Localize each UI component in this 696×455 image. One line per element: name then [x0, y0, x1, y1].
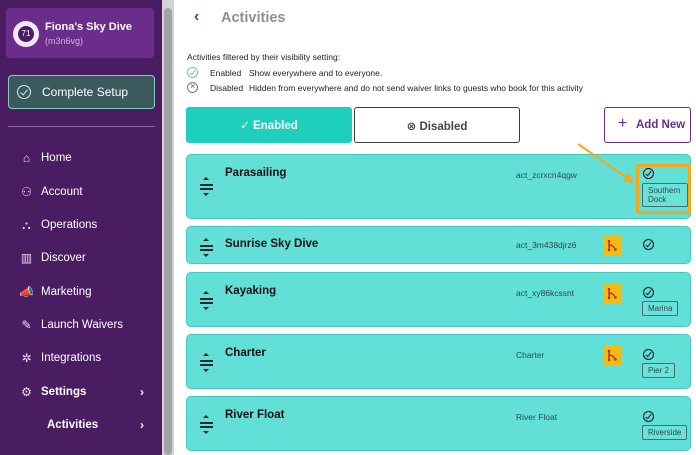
annotation-arrow-icon — [577, 143, 634, 183]
add-new-button[interactable]: + Add New — [604, 107, 691, 143]
integrations-icon: ✲ — [21, 351, 32, 365]
sidebar-item-integrations[interactable]: ✲ Integrations — [0, 348, 162, 370]
megaphone-icon: 📣 — [19, 285, 34, 299]
account-name: Fiona's Sky Dive — [45, 21, 132, 33]
account-switcher[interactable]: 71 Fiona's Sky Dive (m3n6vg) — [6, 8, 154, 58]
enabled-check-icon[interactable] — [643, 411, 654, 422]
waiver-icon[interactable] — [603, 236, 622, 255]
drag-handle-icon[interactable] — [200, 238, 213, 257]
activity-name: Parasailing — [225, 167, 287, 179]
drag-handle-icon[interactable] — [200, 415, 213, 434]
sidebar-item-account[interactable]: ⚇ Account — [0, 182, 162, 204]
sidebar-item-label: Settings — [41, 386, 87, 398]
sidebar-item-label: Operations — [41, 219, 98, 231]
sidebar-item-label: Discover — [41, 252, 86, 264]
drag-handle-icon[interactable] — [200, 177, 213, 196]
activity-id: act_3m438djrz6 — [516, 240, 577, 250]
gear-icon: ⚙ — [21, 385, 32, 399]
annotation-highlight-box — [636, 164, 691, 214]
waiver-icon: ✎ — [21, 318, 32, 332]
sidebar-subitem-activities[interactable]: Activities › — [0, 415, 162, 437]
sidebar-item-label: Home — [41, 152, 72, 164]
sidebar-scrollbar-thumb[interactable] — [164, 8, 172, 455]
activity-card[interactable]: Sunrise Sky Dive act_3m438djrz6 — [186, 226, 691, 264]
activity-id: act_xy86kcssnt — [516, 288, 575, 298]
account-id: (m3n6vg) — [45, 36, 84, 46]
legend-enabled-label: Enabled — [210, 68, 242, 78]
sidebar-item-label: Launch Waivers — [41, 319, 124, 331]
tab-disabled[interactable]: ⊗ Disabled — [354, 107, 520, 143]
drag-handle-icon[interactable] — [200, 291, 213, 310]
avatar: 71 — [13, 21, 39, 47]
complete-setup-button[interactable]: Complete Setup — [8, 75, 155, 109]
add-new-label: Add New — [636, 119, 686, 131]
back-chevron-icon[interactable]: ‹ — [194, 8, 199, 26]
sidebar-item-label: Activities — [47, 419, 99, 431]
operations-icon: ⛬ — [22, 218, 31, 232]
location-tag: Pier 2 — [642, 363, 675, 378]
check-circle-icon — [17, 85, 31, 99]
check-circle-icon — [187, 67, 198, 78]
activity-id: act_zcrxcn4qgw — [516, 170, 577, 180]
location-tag: Riverside — [642, 425, 688, 440]
legend-disabled-desc: Hidden from everywhere and do not send w… — [249, 83, 584, 93]
legend-enabled-desc: Show everywhere and to everyone. — [249, 68, 383, 78]
filter-note: Activities filtered by their visibility … — [187, 52, 341, 62]
tab-disabled-label: Disabled — [419, 121, 468, 133]
sidebar-item-label: Account — [41, 186, 83, 198]
sidebar-item-launch-waivers[interactable]: ✎ Launch Waivers — [0, 315, 162, 337]
enabled-check-icon[interactable] — [643, 239, 654, 250]
activity-name: Kayaking — [225, 285, 277, 297]
sidebar: 71 Fiona's Sky Dive (m3n6vg) Complete Se… — [0, 0, 162, 455]
tab-enabled[interactable]: ✓ Enabled — [186, 107, 352, 143]
activity-id: River Float — [516, 412, 558, 422]
activity-card[interactable]: Kayaking act_xy86kcssnt Marina — [186, 272, 691, 327]
drag-handle-icon[interactable] — [200, 353, 213, 372]
activity-name: River Float — [225, 409, 285, 421]
complete-setup-label: Complete Setup — [42, 85, 129, 99]
sidebar-item-discover[interactable]: ▥ Discover — [0, 248, 162, 270]
user-icon: ⚇ — [21, 185, 32, 199]
enabled-check-icon[interactable] — [643, 349, 654, 360]
chevron-right-icon: › — [140, 418, 144, 432]
tab-enabled-label: Enabled — [253, 120, 298, 132]
sidebar-item-home[interactable]: ⌂ Home — [0, 148, 162, 170]
home-icon: ⌂ — [22, 151, 31, 165]
activity-card[interactable]: River Float River Float Riverside — [186, 396, 691, 451]
chevron-right-icon: › — [140, 385, 144, 399]
check-circle-icon: ✓ — [240, 120, 254, 132]
enabled-check-icon[interactable] — [643, 287, 654, 298]
x-circle-icon — [187, 81, 198, 93]
activity-id: Charter — [516, 350, 545, 360]
sidebar-item-settings[interactable]: ⚙ Settings › — [0, 382, 162, 404]
activity-name: Charter — [225, 347, 266, 359]
page-title: Activities — [221, 10, 286, 26]
plus-icon: + — [618, 115, 628, 132]
activity-name: Sunrise Sky Dive — [225, 238, 319, 250]
activity-card[interactable]: Charter Charter Pier 2 — [186, 334, 691, 389]
chart-icon: ▥ — [20, 251, 33, 265]
legend-disabled-label: Disabled — [210, 83, 244, 93]
sidebar-item-operations[interactable]: ⛬ Operations — [0, 215, 162, 237]
sidebar-divider — [8, 126, 155, 127]
waiver-icon[interactable] — [603, 346, 622, 365]
sidebar-item-label: Integrations — [41, 352, 102, 364]
waiver-icon[interactable] — [603, 284, 622, 303]
location-tag: Marina — [642, 301, 679, 316]
sidebar-item-marketing[interactable]: 📣 Marketing — [0, 282, 162, 304]
sidebar-item-label: Marketing — [41, 286, 92, 298]
x-circle-icon: ⊗ — [406, 121, 420, 133]
